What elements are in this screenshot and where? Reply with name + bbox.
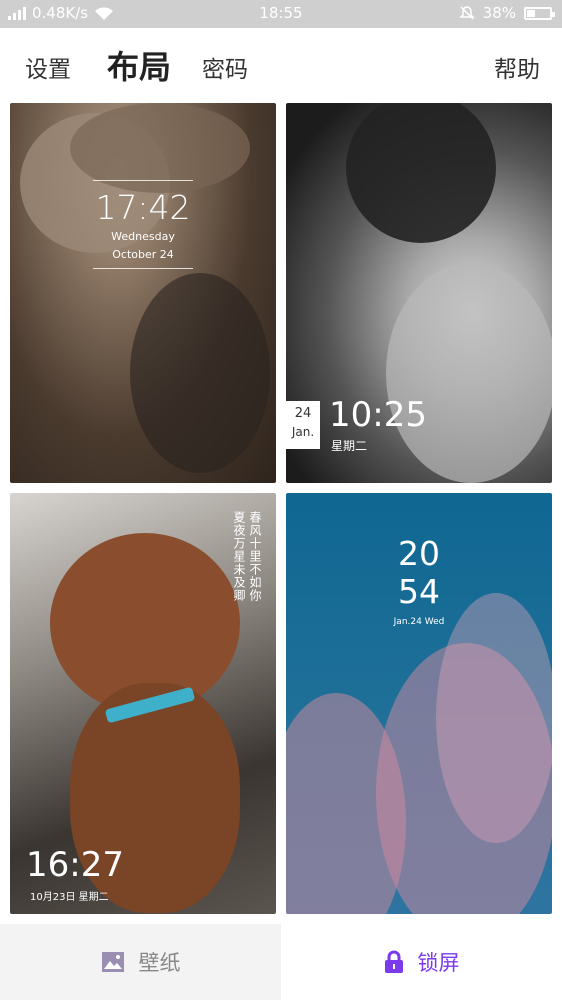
poem-line-2: 夏夜万星未及卿 xyxy=(232,511,246,602)
tab-settings[interactable]: 设置 xyxy=(25,50,71,84)
lock-hour: 20 xyxy=(398,534,440,573)
lock-icon xyxy=(384,950,403,973)
jacket-shape xyxy=(130,273,270,473)
wallpaper-tab[interactable]: 壁纸 xyxy=(0,924,281,1000)
lock-weekday: 星期二 xyxy=(331,439,368,453)
shoulder-shape xyxy=(386,263,552,483)
poem-line-1: 春风十里不如你 xyxy=(248,511,262,602)
hair-shape xyxy=(346,103,496,243)
help-button[interactable]: 帮助 xyxy=(494,50,540,84)
lock-date: October 24 xyxy=(112,248,174,261)
date-box: 24 Jan. xyxy=(286,401,320,449)
lock-clock: 20 54 xyxy=(286,535,552,611)
battery-percent: 38% xyxy=(482,4,516,22)
image-icon xyxy=(101,952,124,972)
battery-icon xyxy=(524,6,555,20)
date-day-number: 24 xyxy=(294,406,312,421)
lockscreen-tab[interactable]: 锁屏 xyxy=(281,924,562,1000)
lock-date: Jan.24 Wed xyxy=(393,617,445,627)
layout-card-1[interactable]: 17:42 Wednesday October 24 xyxy=(10,103,276,483)
blossom-shape xyxy=(436,593,552,843)
bottom-bar: 壁纸 锁屏 xyxy=(0,924,562,1000)
divider-bottom xyxy=(93,268,193,269)
lock-date: 10月23日 星期二 xyxy=(30,892,109,903)
mute-bell-icon xyxy=(458,6,475,20)
lock-weekday: Wednesday xyxy=(111,230,175,243)
date-month: Jan. xyxy=(291,425,315,439)
lockscreen-label: 锁屏 xyxy=(417,951,460,975)
layout-card-4[interactable]: 20 54 Jan.24 Wed xyxy=(286,493,552,914)
layout-card-2[interactable]: 24 Jan. 10:25 星期二 xyxy=(286,103,552,483)
lock-clock: 10:25 xyxy=(329,395,427,435)
lock-clock: 16:27 xyxy=(26,845,124,885)
tab-layout[interactable]: 布局 xyxy=(107,42,171,88)
divider-top xyxy=(93,180,193,181)
layout-card-3[interactable]: 春风十里不如你 夏夜万星未及卿 16:27 10月23日 星期二 xyxy=(10,493,276,914)
wallpaper-label: 壁纸 xyxy=(138,951,181,975)
lock-minute: 54 xyxy=(398,572,440,611)
tab-password[interactable]: 密码 xyxy=(202,50,248,84)
top-nav: 设置 布局 密码 帮助 xyxy=(0,28,562,102)
status-bar: 0.48K/s 18:55 38% xyxy=(0,0,562,28)
lock-clock: 17:42 xyxy=(95,188,191,227)
